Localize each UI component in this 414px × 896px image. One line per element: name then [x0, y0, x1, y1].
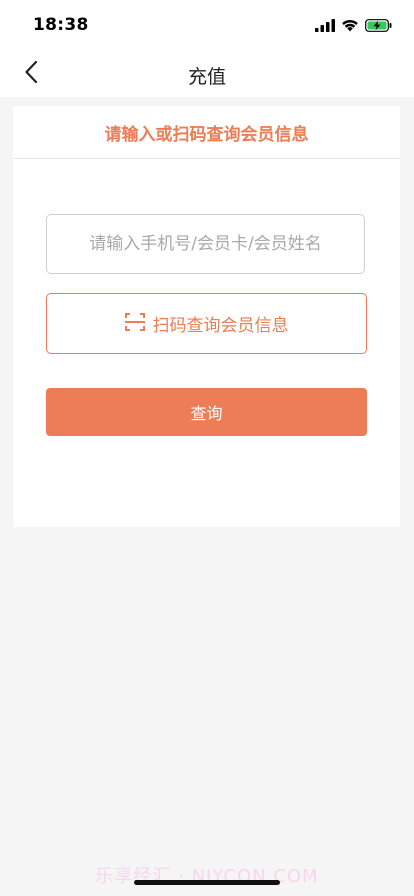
card-header: 请输入或扫码查询会员信息 — [13, 106, 400, 159]
member-search-input[interactable] — [46, 214, 365, 274]
nav-bar: 充值 — [0, 50, 414, 97]
home-indicator[interactable] — [134, 880, 280, 885]
query-button[interactable]: 查询 — [46, 388, 367, 436]
status-time: 18:38 — [33, 15, 89, 35]
page-title: 充值 — [187, 66, 226, 88]
battery-charging-icon — [365, 17, 392, 36]
scan-query-button[interactable]: 扫码查询会员信息 — [46, 293, 367, 354]
signal-icon — [315, 17, 335, 36]
status-bar: 18:38 — [0, 0, 414, 50]
status-icons — [315, 17, 392, 36]
scan-button-label: 扫码查询会员信息 — [152, 316, 289, 336]
wifi-icon — [341, 17, 359, 36]
member-query-card: 请输入或扫码查询会员信息 扫码查询会员信息 查询 — [13, 106, 400, 527]
scan-icon — [124, 312, 145, 335]
card-title: 请输入或扫码查询会员信息 — [104, 124, 309, 145]
